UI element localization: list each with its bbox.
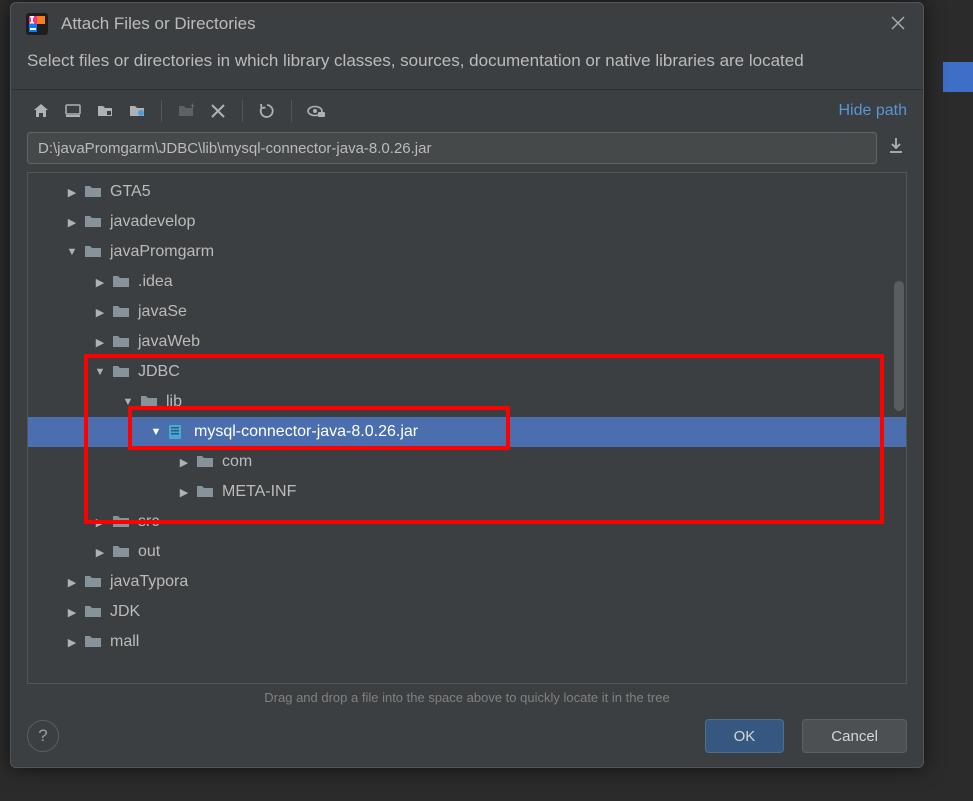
tree-row[interactable]: ▶ javaSe xyxy=(28,297,906,327)
tree-row[interactable]: ▶ com xyxy=(28,447,906,477)
module-icon[interactable] xyxy=(123,97,151,125)
dialog-subtitle: Select files or directories in which lib… xyxy=(11,45,923,90)
chevron-right-icon[interactable]: ▶ xyxy=(92,276,108,289)
svg-text:+: + xyxy=(190,102,195,111)
chevron-right-icon[interactable]: ▶ xyxy=(176,456,192,469)
show-hidden-icon[interactable] xyxy=(302,97,330,125)
tree-item-label: javaTypora xyxy=(110,573,188,591)
folder-icon xyxy=(112,544,130,560)
tree-item-label: mall xyxy=(110,633,139,651)
chevron-right-icon[interactable]: ▶ xyxy=(92,336,108,349)
new-folder-icon[interactable]: + xyxy=(172,97,200,125)
tree-item-label: javaPromgarm xyxy=(110,243,214,261)
tree-item-label: com xyxy=(222,453,252,471)
ok-button[interactable]: OK xyxy=(705,719,785,753)
chevron-right-icon[interactable]: ▶ xyxy=(92,546,108,559)
chevron-right-icon[interactable]: ▶ xyxy=(64,186,80,199)
chevron-right-icon[interactable]: ▶ xyxy=(64,576,80,589)
tree-row[interactable]: ▶ META-INF xyxy=(28,477,906,507)
dialog-title: Attach Files or Directories xyxy=(61,14,883,34)
chevron-down-icon[interactable]: ▼ xyxy=(64,246,80,258)
folder-icon xyxy=(84,244,102,260)
tree-row[interactable]: ▼ mysql-connector-java-8.0.26.jar xyxy=(28,417,906,447)
toolbar-separator xyxy=(161,100,162,122)
chevron-right-icon[interactable]: ▶ xyxy=(64,636,80,649)
tree-item-label: out xyxy=(138,543,160,561)
tree-item-label: javaSe xyxy=(138,303,187,321)
hide-path-link[interactable]: Hide path xyxy=(839,102,908,120)
intellij-icon xyxy=(25,12,49,36)
tree-item-label: META-INF xyxy=(222,483,296,501)
cancel-button[interactable]: Cancel xyxy=(802,719,907,753)
download-icon[interactable] xyxy=(885,137,907,160)
toolbar-separator xyxy=(242,100,243,122)
folder-icon xyxy=(112,514,130,530)
tree-row[interactable]: ▶ javaWeb xyxy=(28,327,906,357)
folder-icon xyxy=(196,454,214,470)
tree-item-label: mysql-connector-java-8.0.26.jar xyxy=(194,423,418,441)
folder-icon xyxy=(140,394,158,410)
tree-row[interactable]: ▶ out xyxy=(28,537,906,567)
chevron-right-icon[interactable]: ▶ xyxy=(64,606,80,619)
tree-row[interactable]: ▼ javaPromgarm xyxy=(28,237,906,267)
path-input[interactable] xyxy=(27,132,877,164)
tree-row[interactable]: ▶ src xyxy=(28,507,906,537)
folder-icon xyxy=(84,604,102,620)
folder-icon xyxy=(84,574,102,590)
tree-row[interactable]: ▶ GTA5 xyxy=(28,177,906,207)
home-icon[interactable] xyxy=(27,97,55,125)
folder-icon xyxy=(196,484,214,500)
chevron-down-icon[interactable]: ▼ xyxy=(92,366,108,378)
tree-item-label: JDK xyxy=(110,603,140,621)
chevron-right-icon[interactable]: ▶ xyxy=(176,486,192,499)
toolbar-separator xyxy=(291,100,292,122)
drag-hint: Drag and drop a file into the space abov… xyxy=(11,684,923,709)
tree-item-label: src xyxy=(138,513,159,531)
tree-row[interactable]: ▶ JDK xyxy=(28,597,906,627)
attach-files-dialog: Attach Files or Directories Select files… xyxy=(10,2,924,768)
delete-icon[interactable] xyxy=(204,97,232,125)
folder-icon xyxy=(84,214,102,230)
tree-item-label: JDBC xyxy=(138,363,180,381)
refresh-icon[interactable] xyxy=(253,97,281,125)
tree-row[interactable]: ▶ .idea xyxy=(28,267,906,297)
folder-icon xyxy=(112,334,130,350)
jar-icon xyxy=(168,424,186,440)
tree-item-label: GTA5 xyxy=(110,183,151,201)
path-row xyxy=(11,132,923,172)
folder-icon xyxy=(112,364,130,380)
help-button[interactable]: ? xyxy=(27,720,59,752)
toolbar: + Hide path xyxy=(11,90,923,132)
tree-row[interactable]: ▼ lib xyxy=(28,387,906,417)
close-button[interactable] xyxy=(883,13,913,36)
tree-row[interactable]: ▶ javaTypora xyxy=(28,567,906,597)
chevron-right-icon[interactable]: ▶ xyxy=(92,516,108,529)
background-accent xyxy=(943,62,973,92)
dialog-titlebar: Attach Files or Directories xyxy=(11,3,923,45)
tree-row[interactable]: ▼ JDBC xyxy=(28,357,906,387)
dialog-button-row: ? OK Cancel xyxy=(11,709,923,767)
folder-icon xyxy=(112,274,130,290)
folder-icon xyxy=(84,634,102,650)
file-tree[interactable]: ▶ GTA5 ▶ javadevelop ▼ javaPromgarm ▶ .idea ▶ jav… xyxy=(27,172,907,684)
tree-item-label: .idea xyxy=(138,273,173,291)
chevron-down-icon[interactable]: ▼ xyxy=(148,426,164,438)
tree-row[interactable]: ▶ javadevelop xyxy=(28,207,906,237)
chevron-down-icon[interactable]: ▼ xyxy=(120,396,136,408)
folder-icon xyxy=(84,184,102,200)
chevron-right-icon[interactable]: ▶ xyxy=(64,216,80,229)
tree-item-label: javadevelop xyxy=(110,213,195,231)
chevron-right-icon[interactable]: ▶ xyxy=(92,306,108,319)
tree-item-label: javaWeb xyxy=(138,333,200,351)
folder-icon xyxy=(112,304,130,320)
tree-row[interactable]: ▶ mall xyxy=(28,627,906,657)
tree-item-label: lib xyxy=(166,393,182,411)
desktop-icon[interactable] xyxy=(59,97,87,125)
project-icon[interactable] xyxy=(91,97,119,125)
